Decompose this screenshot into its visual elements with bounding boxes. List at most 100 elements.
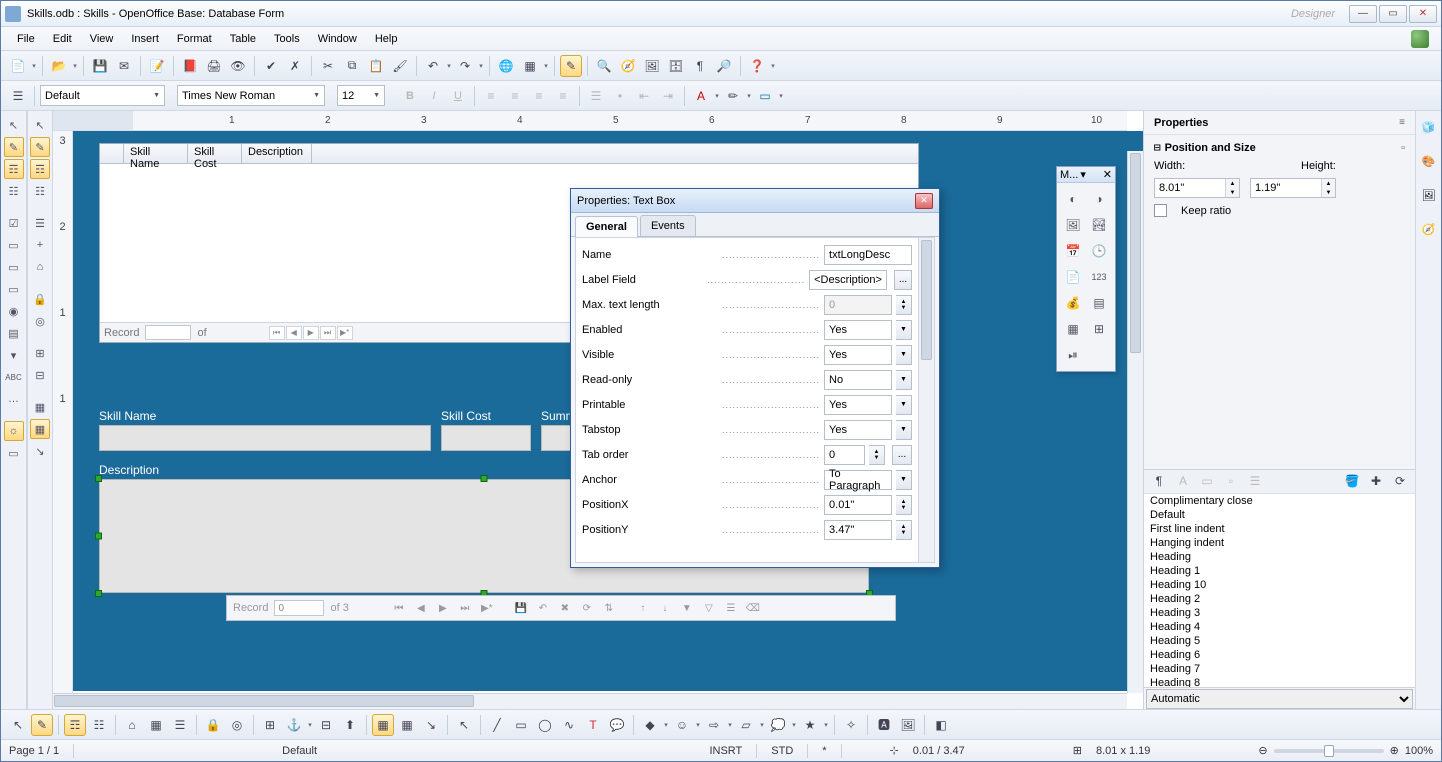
prop-input[interactable]: Yes [824,320,892,340]
align-right-icon[interactable]: ≡ [528,85,550,107]
design-mode-icon[interactable]: ✎ [4,137,24,157]
italic-icon[interactable]: I [423,85,445,107]
font-color-icon[interactable]: A [690,85,712,107]
copy-icon[interactable]: ⧉ [341,55,363,77]
draw-callouts-icon[interactable]: 💭 [767,714,789,736]
draw-snap-icon[interactable]: ▦ [396,714,418,736]
minimize-button[interactable]: — [1349,5,1377,23]
draw-taborder-icon[interactable]: ☰ [169,714,191,736]
zoom-control[interactable]: ⊖ ⊕ 100% [1258,744,1433,757]
menu-table[interactable]: Table [222,30,264,48]
draw-arrow-icon[interactable]: ↖ [453,714,475,736]
tablectl-icon[interactable]: ⊞ [1088,318,1110,340]
spin-buttons[interactable]: ▲▼ [896,295,912,315]
page-styles-icon[interactable]: ▫ [1220,470,1242,492]
draw-points-icon[interactable]: ✧ [840,714,862,736]
new-record-icon[interactable]: ▶* [337,326,353,340]
styles-dialog-icon[interactable]: ☰ [7,85,29,107]
sidebar-gallery-icon[interactable]: 🖼 [1417,183,1441,207]
new-doc-icon[interactable]: 📄 [7,55,29,77]
chevron-down-icon[interactable]: ▼ [896,370,912,390]
chevron-down-icon[interactable]: ▼ [896,345,912,365]
underline-icon[interactable]: U [447,85,469,107]
vertical-ruler[interactable]: 3 2 1 1 [53,131,73,693]
draw-align-icon[interactable]: ⊟ [315,714,337,736]
nav-sort-desc-icon[interactable]: ↓ [657,600,673,616]
next-record-icon[interactable]: ▶ [303,326,319,340]
new-style-icon[interactable]: ✚ [1365,470,1387,492]
time-icon[interactable]: 🕒 [1088,240,1110,262]
undo-icon[interactable]: ↶ [422,55,444,77]
fontwork-icon[interactable]: 🅰 [873,714,895,736]
first-record-icon[interactable]: ⏮ [269,326,285,340]
status-insrt[interactable]: INSRT [709,745,742,757]
menu-window[interactable]: Window [310,30,365,48]
style-item[interactable]: Heading 3 [1144,606,1415,620]
menu-insert[interactable]: Insert [123,30,167,48]
align-left-icon[interactable]: ≡ [480,85,502,107]
draw-basicshapes-icon[interactable]: ◆ [639,714,661,736]
formprops2-icon[interactable]: ☷ [30,181,50,201]
vertical-scrollbar[interactable] [1127,151,1143,693]
chevron-down-icon[interactable]: ▼ [896,395,912,415]
nonprinting-icon[interactable]: ¶ [689,55,711,77]
arrow2-icon[interactable]: ↖ [30,115,50,135]
print-icon[interactable]: 🖨 [203,55,225,77]
format-paint-icon[interactable]: 🖌 [389,55,411,77]
position-size-section[interactable]: ⊟ Position and Size ▫ [1154,141,1405,154]
table-icon[interactable]: ▦ [519,55,541,77]
extrusion-icon[interactable]: ◧ [930,714,952,736]
prop-input[interactable]: txtLongDesc [824,245,912,265]
horizontal-ruler[interactable]: 1 2 3 4 5 6 7 8 9 10 [53,111,1127,131]
highlight-icon[interactable]: ✏ [722,85,744,107]
wizard-toggle-icon[interactable]: ☼ [4,421,24,441]
menu-file[interactable]: File [9,30,43,48]
draw-autofocus-icon[interactable]: ◎ [226,714,248,736]
style-item[interactable]: Heading 10 [1144,578,1415,592]
zoom-level[interactable]: 100% [1405,745,1433,757]
select-tool-icon[interactable]: ↖ [4,115,24,135]
save-icon[interactable]: 💾 [89,55,111,77]
para-styles-icon[interactable]: ¶ [1148,470,1170,492]
autospell-icon[interactable]: ✗ [284,55,306,77]
style-filter-combo[interactable]: Automatic [1146,689,1413,709]
spellcheck-icon[interactable]: ✔ [260,55,282,77]
fill-format-icon[interactable]: 🪣 [1341,470,1363,492]
combobox-tool-icon[interactable]: ▾ [4,345,24,365]
col-skill-name[interactable]: Skill Name [124,144,188,163]
email-icon[interactable]: ✉ [113,55,135,77]
dialog-scrollbar[interactable] [918,238,934,562]
chevron-down-icon[interactable]: ▼ [896,470,912,490]
status-selmode[interactable]: * [822,745,826,757]
draw-openro-icon[interactable]: 🔒 [202,714,224,736]
styles-list[interactable]: Complimentary close Default First line i… [1144,494,1415,688]
panel-options-icon[interactable]: ≡ [1399,117,1405,128]
nav-new-icon[interactable]: ▶* [479,600,495,616]
align-center-icon[interactable]: ≡ [504,85,526,107]
nav-autofilter-icon[interactable]: ▼ [679,600,695,616]
paragraph-style-combo[interactable]: Default▼ [40,85,165,106]
keep-ratio-checkbox[interactable] [1154,204,1167,217]
cut-icon[interactable]: ✂ [317,55,339,77]
properties-dialog[interactable]: Properties: Text Box ✕ General Events Na… [570,188,940,568]
open-icon[interactable]: 📂 [48,55,70,77]
palette-dd-icon[interactable]: ▾ [1080,168,1086,181]
height-input[interactable]: ▲▼ [1250,178,1336,198]
spin-buttons[interactable]: ▲▼ [896,520,912,540]
imagebutton-icon[interactable]: 🖼 [1062,214,1084,236]
new-dd[interactable]: ▾ [31,55,37,77]
find-icon[interactable]: 🔍 [593,55,615,77]
grid-icon[interactable]: ▦ [30,397,50,417]
sidebar-navigator-icon[interactable]: 🧭 [1417,217,1441,241]
prop-input[interactable]: To Paragraph [824,470,892,490]
formatted-tool-icon[interactable]: ▭ [4,257,24,277]
draw-text-icon[interactable]: T [582,714,604,736]
col-skill-cost[interactable]: Skill Cost [188,144,242,163]
nav-formfilter-icon[interactable]: ☰ [723,600,739,616]
draw-navigator-icon[interactable]: ⌂ [121,714,143,736]
draw-grid-icon[interactable]: ▦ [372,714,394,736]
sidebar-properties-icon[interactable]: 🧊 [1417,115,1441,139]
bullet-list-icon[interactable]: • [609,85,631,107]
status-style[interactable]: Default [282,745,317,757]
dec-indent-icon[interactable]: ⇤ [633,85,655,107]
